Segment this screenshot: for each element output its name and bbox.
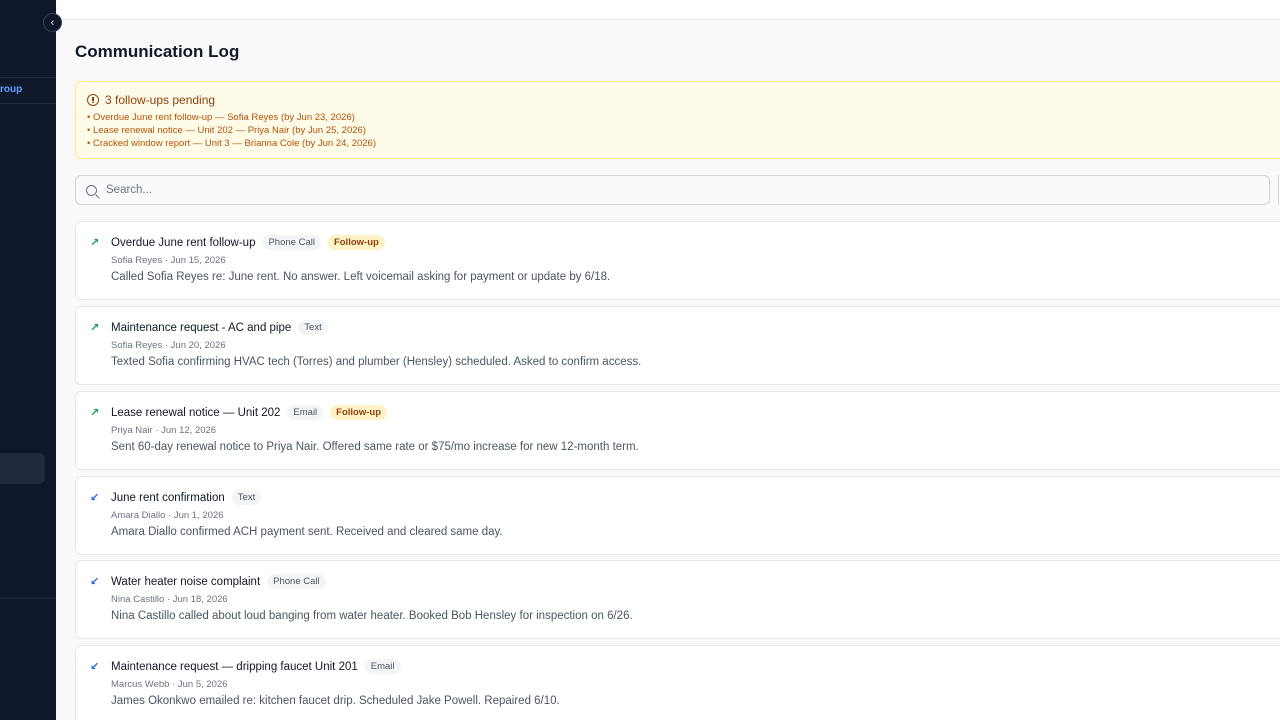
search-icon (86, 184, 97, 196)
sidebar-divider (0, 598, 56, 599)
search-input[interactable] (106, 184, 1206, 196)
follow-up-badge: Follow-up (327, 235, 385, 250)
follow-up-badge: Follow-up (330, 405, 388, 420)
log-entry[interactable]: ↗ Lease renewal notice — Unit 202 Email … (75, 391, 1280, 470)
arrow-up-right-icon: ↗ (90, 237, 100, 249)
type-badge: Phone Call (262, 235, 321, 250)
log-entry-body: Amara Diallo confirmed ACH payment sent.… (111, 526, 503, 538)
log-entry-body: Texted Sofia confirming HVAC tech (Torre… (111, 356, 642, 368)
alert-title: 3 follow-ups pending (105, 93, 216, 107)
arrow-down-left-icon: ↙ (90, 661, 100, 673)
arrow-down-left-icon: ↙ (90, 576, 100, 588)
log-entry-title: Lease renewal notice — Unit 202 (111, 406, 281, 419)
log-entry-meta: Marcus Webb · Jun 5, 2026 (111, 679, 228, 690)
log-entry-title: Overdue June rent follow-up (111, 236, 256, 249)
log-entry-body: Nina Castillo called about loud banging … (111, 610, 633, 622)
log-entry-meta: Priya Nair · Jun 12, 2026 (111, 425, 217, 436)
page-title: Communication Log (75, 42, 240, 61)
log-entry[interactable]: ↙ Water heater noise complaint Phone Cal… (75, 560, 1280, 639)
log-entry-body: Called Sofia Reyes re: June rent. No ans… (111, 271, 611, 283)
log-entry-title: June rent confirmation (111, 491, 225, 504)
arrow-up-right-icon: ↗ (90, 407, 100, 419)
follow-up-alert: 3 follow-ups pending Overdue June rent f… (75, 81, 1280, 159)
alert-header: 3 follow-ups pending (87, 93, 1280, 107)
log-entry-meta: Amara Diallo · Jun 1, 2026 (111, 510, 224, 521)
log-entry-meta: Sofia Reyes · Jun 15, 2026 (111, 255, 226, 266)
log-entry-body: Sent 60-day renewal notice to Priya Nair… (111, 441, 639, 453)
sidebar-item-active[interactable] (0, 453, 45, 484)
sidebar-divider (0, 77, 56, 78)
type-badge: Email (364, 659, 401, 674)
main-content: Communication Log 3 follow-ups pending O… (56, 20, 1280, 720)
sidebar: roup (0, 0, 56, 720)
type-badge: Email (287, 405, 324, 420)
collapse-sidebar-button[interactable]: ‹ (43, 13, 62, 32)
log-entry[interactable]: ↗ Maintenance request - AC and pipe Text… (75, 306, 1280, 385)
follow-up-item: Cracked window report — Unit 3 — Brianna… (87, 137, 1280, 150)
log-entry-title: Maintenance request — dripping faucet Un… (111, 660, 358, 673)
log-entry-meta: Nina Castillo · Jun 18, 2026 (111, 594, 228, 605)
log-entry-title: Water heater noise complaint (111, 575, 261, 588)
follow-up-item: Overdue June rent follow-up — Sofia Reye… (87, 111, 1280, 124)
sidebar-divider (0, 103, 56, 104)
search-bar (75, 175, 1270, 205)
type-badge: Text (298, 320, 328, 335)
type-badge: Phone Call (267, 574, 326, 589)
arrow-down-left-icon: ↙ (90, 492, 100, 504)
log-entry-meta: Sofia Reyes · Jun 20, 2026 (111, 340, 226, 351)
log-entry[interactable]: ↙ June rent confirmation Text Amara Dial… (75, 476, 1280, 555)
log-entry[interactable]: ↙ Maintenance request — dripping faucet … (75, 645, 1280, 720)
log-entry-title: Maintenance request - AC and pipe (111, 321, 292, 334)
chevron-left-icon: ‹ (50, 16, 55, 29)
arrow-up-right-icon: ↗ (90, 322, 100, 334)
alert-circle-icon (87, 94, 99, 106)
log-entry[interactable]: ↗ Overdue June rent follow-up Phone Call… (75, 221, 1280, 300)
top-bar (56, 0, 1280, 20)
follow-up-list: Overdue June rent follow-up — Sofia Reye… (87, 111, 1280, 150)
follow-up-item: Lease renewal notice — Unit 202 — Priya … (87, 124, 1280, 137)
type-badge: Text (231, 490, 262, 505)
sidebar-item-group[interactable]: roup (0, 84, 22, 95)
log-entry-body: James Okonkwo emailed re: kitchen faucet… (111, 695, 560, 707)
